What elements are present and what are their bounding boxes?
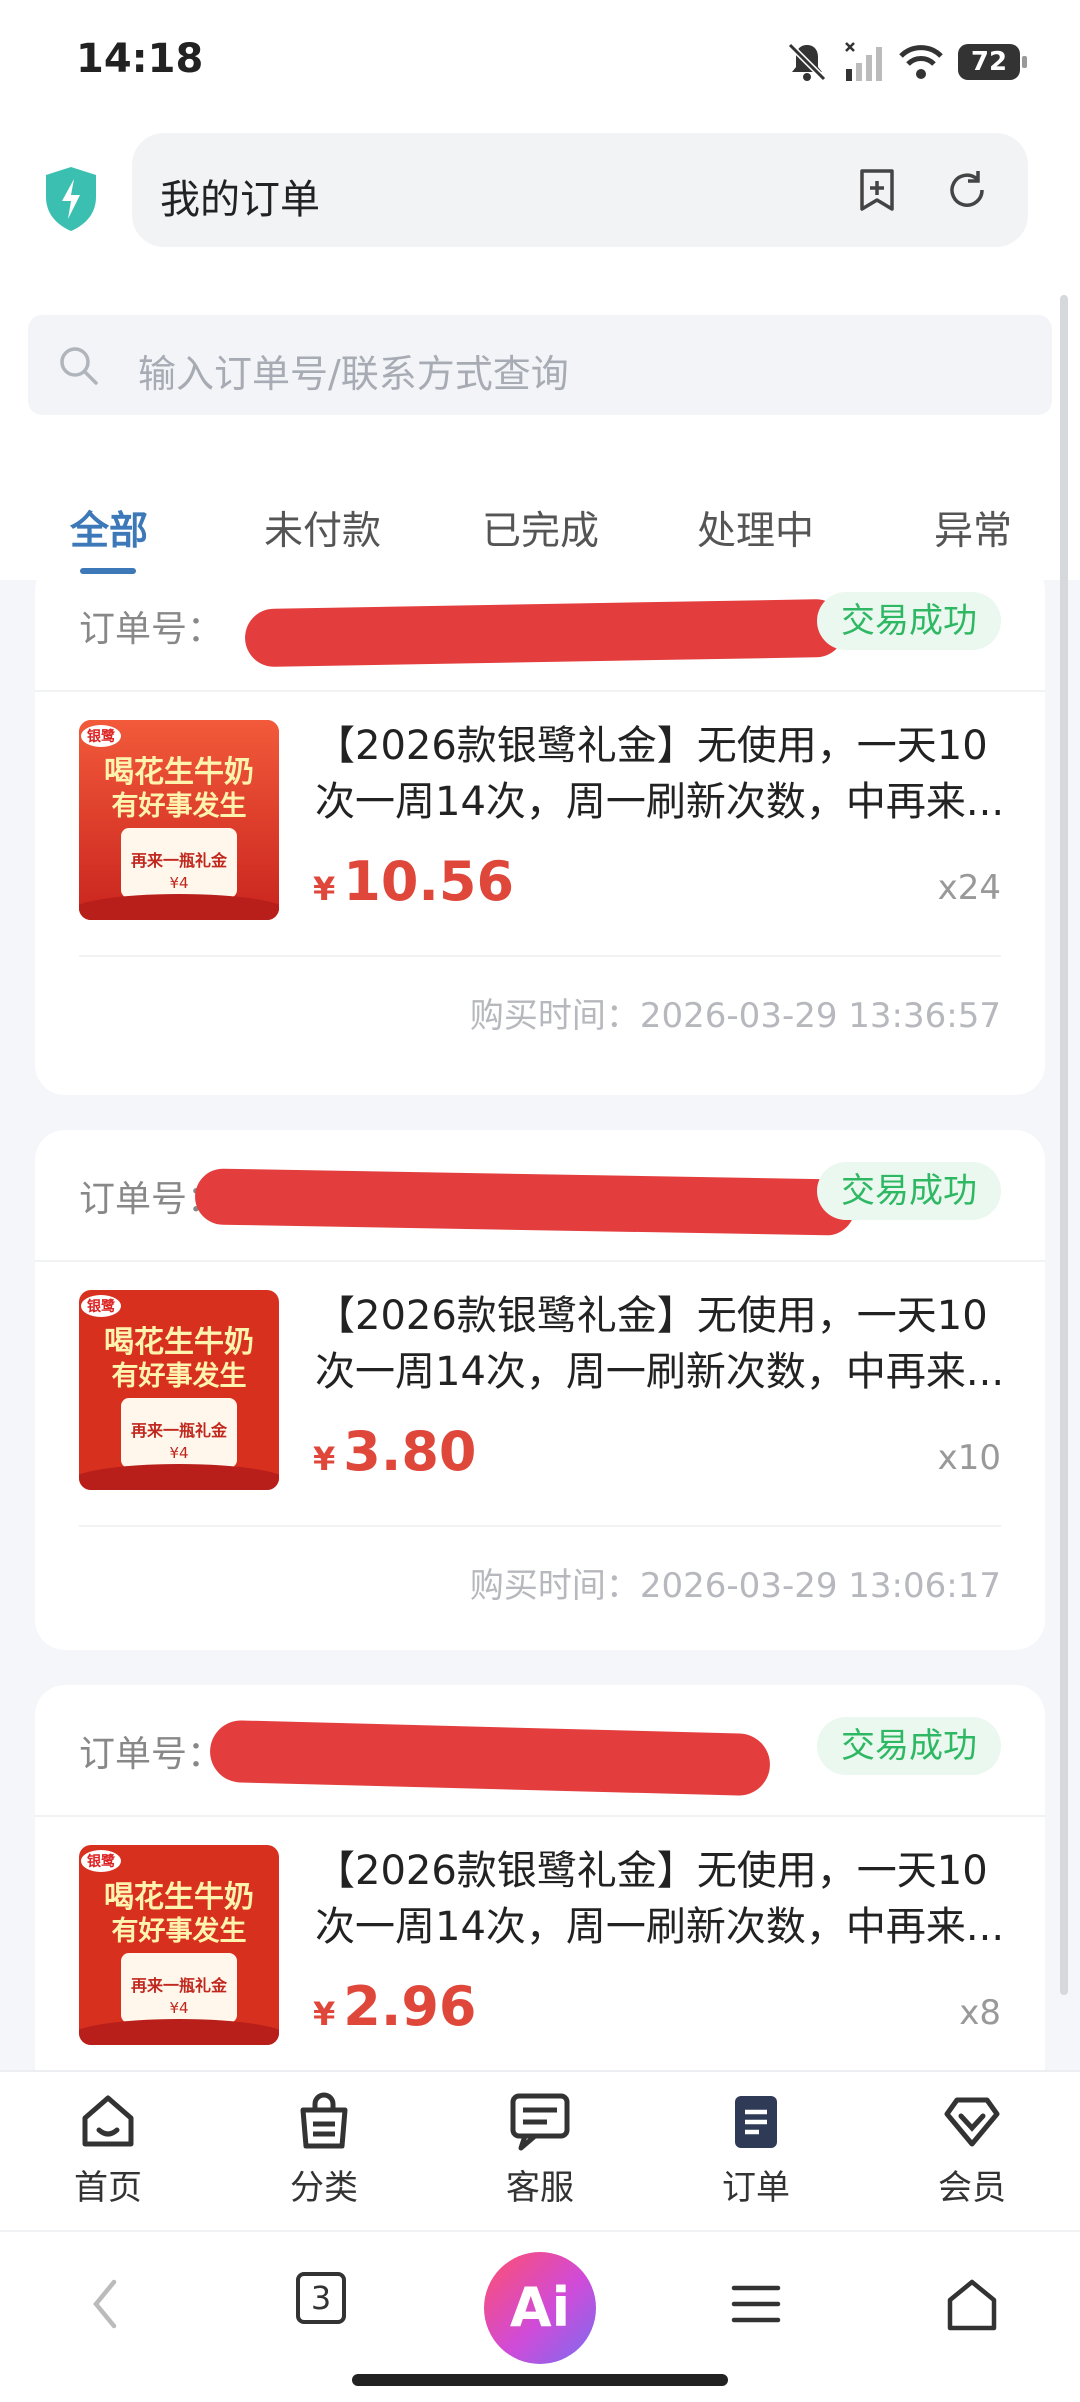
battery-indicator: 72 (958, 44, 1027, 80)
product-title[interactable]: 【2026款银鹭礼金】无使用，一天10 次一周14次，周一刷新次数，中再来... (315, 1843, 1005, 1955)
quantity: x24 (937, 868, 1001, 908)
scrollbar[interactable] (1060, 295, 1068, 1995)
redacted-order-number (209, 1719, 771, 1797)
active-tab-indicator (80, 568, 136, 574)
quantity: x8 (959, 1993, 1001, 2033)
signal-icon (845, 42, 882, 81)
menu-icon[interactable] (730, 2274, 782, 2334)
shield-icon[interactable] (42, 165, 100, 233)
divider (79, 1525, 1001, 1527)
search-input[interactable]: 输入订单号/联系方式查询 (28, 315, 1052, 415)
tab-all[interactable]: 全部 (70, 500, 148, 556)
price: ¥2.96 (313, 1975, 477, 2038)
purchase-time: 购买时间：2026-03-29 13:36:57 (469, 996, 1001, 1036)
brand-logo: 银鹭 (87, 728, 116, 745)
svg-text:¥4: ¥4 (169, 1999, 188, 2017)
wifi-icon (899, 45, 943, 79)
svg-text:¥4: ¥4 (169, 1444, 188, 1462)
back-icon[interactable] (84, 2274, 128, 2334)
product-thumbnail[interactable]: 银鹭 喝花生牛奶 有好事发生 再来一瓶礼金 ¥4 (79, 1845, 279, 2045)
nav-orders[interactable]: 订单 (686, 2090, 826, 2209)
svg-text:有好事发生: 有好事发生 (112, 1360, 247, 1392)
redacted-order-number (194, 1168, 856, 1236)
tab-abnormal[interactable]: 异常 (934, 500, 1012, 556)
status-bar: 14:18 72 (0, 0, 1080, 125)
order-number-label: 订单号： (79, 609, 224, 650)
redacted-order-number (244, 598, 846, 668)
diamond-icon (944, 2097, 1000, 2147)
home-icon (82, 2095, 134, 2147)
status-badge: 交易成功 (817, 592, 1001, 650)
tabs-button[interactable]: 3 (296, 2272, 346, 2324)
divider (79, 955, 1001, 957)
brand-logo: 银鹭 (87, 1298, 116, 1315)
add-bookmark-icon[interactable] (854, 167, 900, 213)
home-icon[interactable] (944, 2274, 1000, 2334)
bag-icon (300, 2092, 348, 2149)
svg-text:喝花生牛奶: 喝花生牛奶 (104, 1880, 254, 1915)
status-badge: 交易成功 (817, 1717, 1001, 1775)
price: ¥10.56 (313, 850, 515, 913)
order-header: 订单号： 交易成功 (35, 1685, 1045, 1817)
browser-top-bar: 我的订单 (0, 125, 1080, 275)
svg-text:有好事发生: 有好事发生 (112, 790, 247, 822)
search-placeholder: 输入订单号/联系方式查询 (138, 352, 569, 396)
svg-text:再来一瓶礼金: 再来一瓶礼金 (131, 851, 228, 870)
address-bar[interactable]: 我的订单 (132, 133, 1028, 247)
ai-assistant-button[interactable]: Ai (484, 2252, 596, 2364)
status-icons: 72 (784, 38, 1027, 86)
order-card[interactable]: 订单号： 交易成功 银鹭 喝花生牛奶 有好事发生 再来一瓶礼金 ¥4 【2026… (35, 1130, 1045, 1650)
clock: 14:18 (76, 36, 204, 82)
home-indicator[interactable] (352, 2374, 728, 2386)
svg-text:喝花生牛奶: 喝花生牛奶 (104, 1325, 254, 1360)
chat-icon (510, 2093, 570, 2151)
search-icon (60, 347, 98, 385)
brand-logo: 银鹭 (87, 1853, 116, 1870)
tab-unpaid[interactable]: 未付款 (264, 500, 381, 556)
order-filter-header: 输入订单号/联系方式查询 全部 未付款 已完成 处理中 异常 (0, 275, 1080, 580)
nav-category[interactable]: 分类 (254, 2090, 394, 2209)
mute-icon (787, 42, 827, 82)
bottom-navigation: 首页 分类 客服 订单 会员 (0, 2070, 1080, 2232)
nav-customer-service[interactable]: 客服 (470, 2090, 610, 2209)
order-number-label: 订单号： (79, 1734, 224, 1775)
order-tabs: 全部 未付款 已完成 处理中 异常 (0, 470, 1080, 580)
browser-toolbar: 3 Ai (0, 2230, 1080, 2402)
quantity: x10 (937, 1438, 1001, 1478)
tab-processing[interactable]: 处理中 (697, 500, 814, 556)
nav-home[interactable]: 首页 (38, 2090, 178, 2209)
product-thumbnail[interactable]: 银鹭 喝花生牛奶 有好事发生 再来一瓶礼金 ¥4 (79, 1290, 279, 1490)
clipboard-icon (735, 2096, 777, 2148)
price: ¥3.80 (313, 1420, 477, 1483)
refresh-icon[interactable] (944, 167, 990, 213)
svg-text:有好事发生: 有好事发生 (112, 1915, 247, 1947)
order-header: 订单号： 交易成功 (35, 1130, 1045, 1262)
status-badge: 交易成功 (817, 1162, 1001, 1220)
svg-text:再来一瓶礼金: 再来一瓶礼金 (131, 1976, 228, 1995)
product-title[interactable]: 【2026款银鹭礼金】无使用，一天10 次一周14次，周一刷新次数，中再来... (315, 718, 1005, 830)
svg-text:再来一瓶礼金: 再来一瓶礼金 (131, 1421, 228, 1440)
nav-membership[interactable]: 会员 (902, 2090, 1042, 2209)
svg-text:¥4: ¥4 (169, 874, 188, 892)
svg-text:喝花生牛奶: 喝花生牛奶 (104, 755, 254, 790)
purchase-time: 购买时间：2026-03-29 13:06:17 (469, 1566, 1001, 1606)
product-thumbnail[interactable]: 银鹭 喝花生牛奶 有好事发生 再来一瓶礼金 ¥4 (79, 720, 279, 920)
tab-completed[interactable]: 已完成 (482, 500, 599, 556)
order-card[interactable]: 订单号： 交易成功 银鹭 喝花生牛奶 有好事发生 再来一瓶礼金 ¥4 【2026… (35, 560, 1045, 1095)
page-title: 我的订单 (160, 177, 320, 223)
product-title[interactable]: 【2026款银鹭礼金】无使用，一天10 次一周14次，周一刷新次数，中再来... (315, 1288, 1005, 1400)
